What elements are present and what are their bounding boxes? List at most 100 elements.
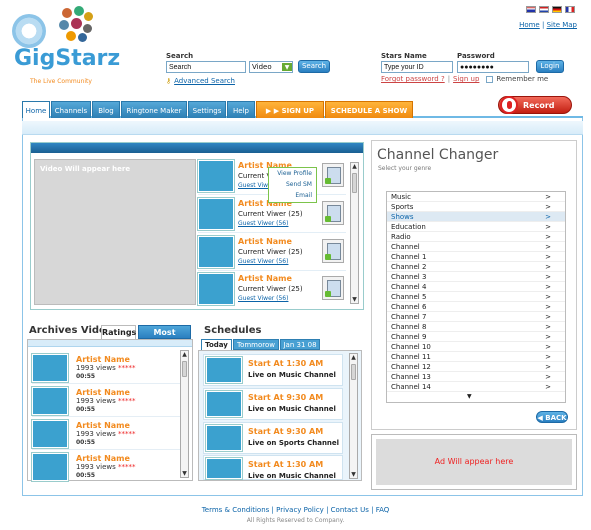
login-button[interactable]: Login — [536, 60, 564, 73]
artist-thumbnail[interactable] — [197, 197, 235, 231]
video-thumbnail[interactable] — [31, 386, 69, 416]
video-thumbnail[interactable] — [31, 353, 69, 383]
genre-item[interactable]: Channel 5 > — [387, 292, 565, 302]
genre-item[interactable]: Channel 3 > — [387, 272, 565, 282]
genre-item[interactable]: Education > — [387, 222, 565, 232]
channel-info[interactable]: Live on Music Channel — [248, 371, 336, 379]
genre-item[interactable]: Channel 14 > — [387, 382, 565, 392]
show-thumbnail[interactable] — [205, 356, 243, 384]
genre-list[interactable]: Music > Sports > Shows > Education > Radio > Chann… — [386, 191, 566, 403]
archives-scrollbar[interactable]: ▲ ▼ — [180, 350, 189, 478]
stars-id-input[interactable] — [381, 61, 453, 73]
archive-item[interactable]: Artist Name 1993 views ***** 00:55 — [31, 451, 184, 483]
video-thumbnail[interactable] — [31, 419, 69, 449]
artist-name[interactable]: Artist Name — [238, 237, 292, 246]
artist-name[interactable]: Artist Name — [238, 274, 292, 283]
schedule-item[interactable]: Start At 9:30 AM Live on Music Channel — [203, 388, 343, 420]
guest-viewers-link[interactable]: Guest Viwer (56) — [238, 220, 288, 227]
tab-settings[interactable]: Settings — [188, 101, 226, 119]
video-player[interactable]: Video Will appear here — [34, 159, 196, 305]
tab-blog[interactable]: Blog — [92, 101, 120, 119]
scroll-down-icon[interactable]: ▼ — [181, 470, 188, 477]
genre-item[interactable]: Channel 13 > — [387, 372, 565, 382]
tab-channels[interactable]: Channels — [51, 101, 91, 119]
tab-ringtone-maker[interactable]: Ringtone Maker — [121, 101, 187, 119]
tab-tomorrow[interactable]: Tommorow — [233, 339, 279, 350]
record-now-button[interactable]: Record Now — [498, 96, 572, 128]
artist-name[interactable]: Artist Name — [76, 454, 130, 463]
send-sm-menu-item[interactable]: Send SM — [269, 179, 316, 190]
scroll-down-icon[interactable]: ▼ — [351, 296, 358, 303]
tab-home[interactable]: Home — [22, 101, 50, 119]
profile-doc-icon[interactable] — [322, 201, 344, 225]
sitemap-link[interactable]: Site Map — [547, 21, 577, 29]
terms-link[interactable]: Terms & Conditions — [202, 506, 270, 514]
genre-item[interactable]: Channel 4 > — [387, 282, 565, 292]
home-link[interactable]: Home — [519, 21, 540, 29]
advanced-search-link[interactable]: Advanced Search — [174, 77, 235, 85]
tab-most-viewed[interactable]: Most Viewed — [138, 325, 191, 351]
schedule-item[interactable]: Start At 9:30 AM Live on Sports Channel — [203, 422, 343, 454]
flag-nl-icon[interactable] — [539, 6, 549, 13]
contact-link[interactable]: Contact Us — [331, 506, 369, 514]
profile-doc-icon[interactable] — [322, 163, 344, 187]
video-thumbnail[interactable] — [31, 452, 69, 482]
genre-item[interactable]: Channel 11 > — [387, 352, 565, 362]
show-thumbnail[interactable] — [205, 424, 243, 452]
logo-wordmark[interactable]: GigStarz — [14, 46, 120, 71]
email-menu-item[interactable]: Email — [269, 190, 316, 201]
signup-nav-button[interactable]: ▶ ▶ SIGN UP — [256, 101, 324, 119]
schedule-show-button[interactable]: SCHEDULE A SHOW — [325, 101, 413, 119]
archive-item[interactable]: Artist Name 1993 views ***** 00:55 — [31, 352, 184, 384]
genre-item[interactable]: Channel 7 > — [387, 312, 565, 322]
schedule-item[interactable]: Start At 1:30 AM Live on Music Channel — [203, 455, 343, 480]
search-type-select[interactable]: Video ▼ — [249, 61, 293, 73]
scroll-up-icon[interactable]: ▲ — [351, 163, 358, 170]
guest-viewers-link[interactable]: Guest Viwer (56) — [238, 295, 288, 302]
artist-thumbnail[interactable] — [197, 235, 235, 269]
genre-item[interactable]: Channel 1 > — [387, 252, 565, 262]
artist-item[interactable]: Artist Name Current Viwer (25) Guest Viw… — [197, 197, 346, 233]
back-button[interactable]: ◀ BACK — [536, 411, 568, 423]
profile-doc-icon[interactable] — [322, 276, 344, 300]
genre-item[interactable]: Shows > — [387, 212, 565, 222]
search-button[interactable]: Search — [298, 60, 330, 73]
artist-thumbnail[interactable] — [197, 159, 235, 193]
genre-item[interactable]: Channel 6 > — [387, 302, 565, 312]
ad-placeholder[interactable]: Ad Will appear here — [376, 439, 572, 485]
channel-info[interactable]: Live on Music Channel — [248, 405, 336, 413]
genre-item[interactable]: Channel 10 > — [387, 342, 565, 352]
list-scroll-down-icon[interactable]: ▼ — [467, 393, 472, 400]
search-input[interactable] — [166, 61, 246, 73]
schedule-item[interactable]: Start At 1:30 AM Live on Music Channel — [203, 354, 343, 386]
flag-uk-icon[interactable] — [526, 6, 536, 13]
scroll-thumb[interactable] — [351, 364, 356, 380]
tab-help[interactable]: Help — [227, 101, 255, 119]
genre-item[interactable]: Music > — [387, 192, 565, 202]
scroll-thumb[interactable] — [182, 361, 187, 377]
genre-item[interactable]: Channel 8 > — [387, 322, 565, 332]
password-input[interactable] — [457, 61, 529, 73]
genre-item[interactable]: Channel 9 > — [387, 332, 565, 342]
artist-name[interactable]: Artist Name — [76, 355, 130, 364]
advanced-search[interactable]: ⚷ Advanced Search — [166, 77, 235, 85]
show-thumbnail[interactable] — [205, 390, 243, 418]
artist-item[interactable]: Artist Name Current Viwer (25) Guest Viw… — [197, 272, 346, 308]
faq-link[interactable]: FAQ — [376, 506, 390, 514]
genre-item[interactable]: Channel 12 > — [387, 362, 565, 372]
artist-name[interactable]: Artist Name — [76, 388, 130, 397]
view-profile-menu-item[interactable]: View Profile — [269, 168, 316, 179]
flag-de-icon[interactable] — [552, 6, 562, 13]
scroll-down-icon[interactable]: ▼ — [350, 471, 357, 478]
artist-item[interactable]: Artist Name Current Viwer (25) Guest Viw… — [197, 235, 346, 271]
flag-fr-icon[interactable] — [565, 6, 575, 13]
channel-info[interactable]: Live on Music Channel — [248, 472, 336, 480]
archive-item[interactable]: Artist Name 1993 views ***** 00:55 — [31, 418, 184, 450]
scroll-up-icon[interactable]: ▲ — [181, 351, 188, 358]
schedules-scrollbar[interactable]: ▲ ▼ — [349, 353, 358, 479]
artist-name[interactable]: Artist Name — [76, 421, 130, 430]
remember-checkbox[interactable] — [486, 75, 494, 83]
privacy-link[interactable]: Privacy Policy — [276, 506, 324, 514]
scroll-thumb[interactable] — [352, 173, 357, 193]
show-thumbnail[interactable] — [205, 457, 243, 480]
